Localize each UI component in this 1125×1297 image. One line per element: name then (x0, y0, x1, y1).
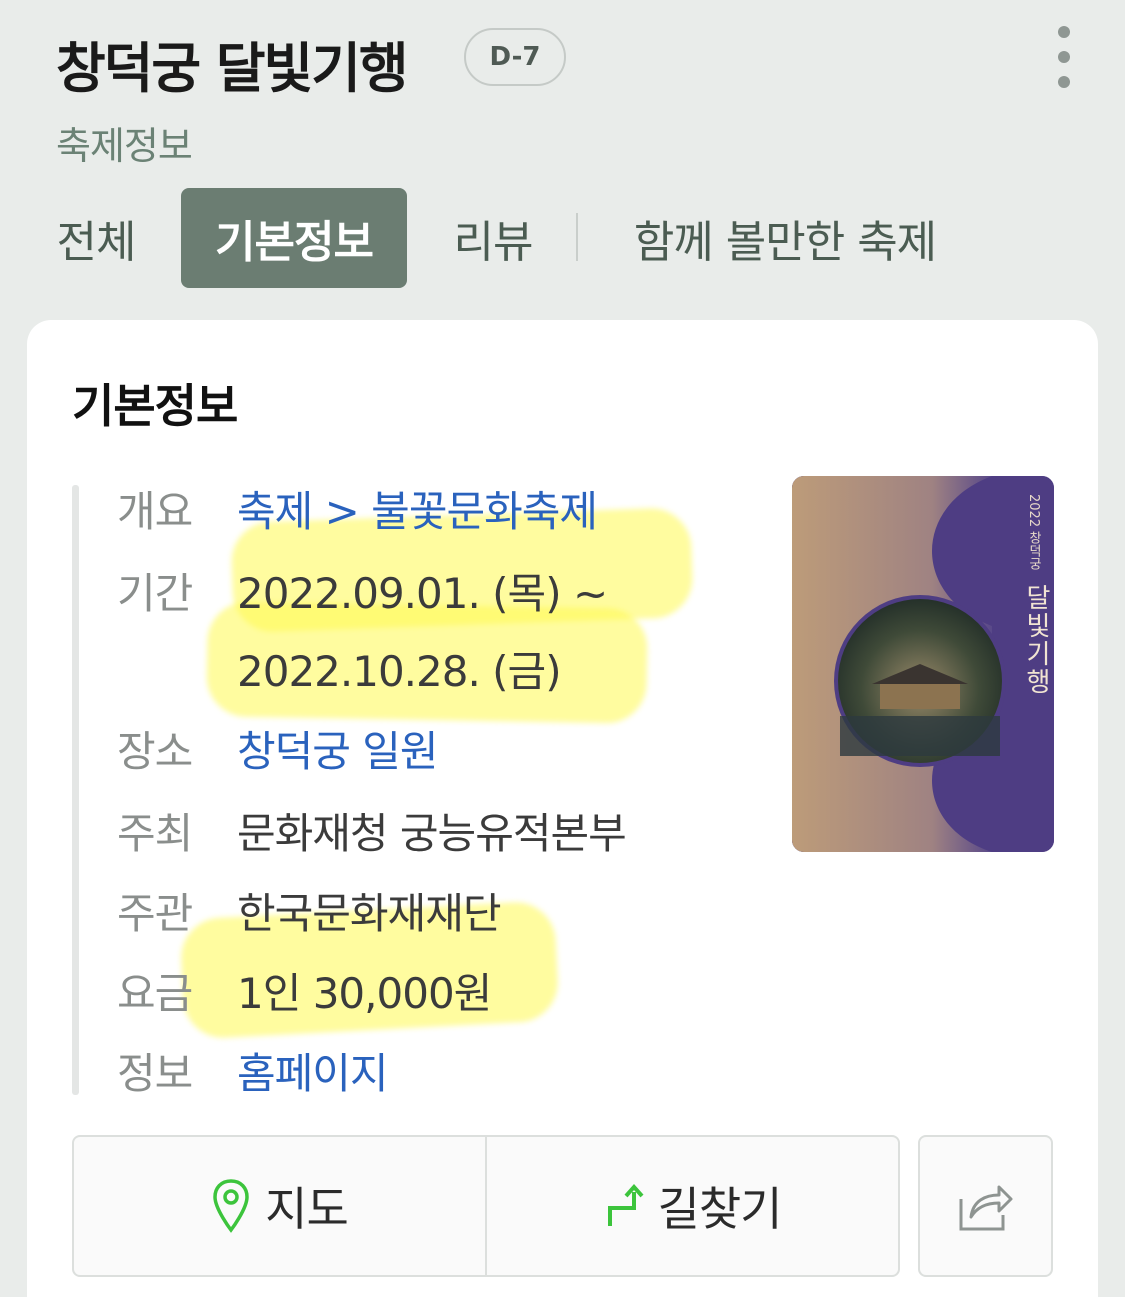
info-row-overview: 개요 축제 > 불꽃문화축제 (117, 478, 598, 539)
info-row-period: 기간 2022.09.01. (목) ~ (117, 560, 608, 621)
card-title: 기본정보 (72, 379, 238, 433)
tab-bar: 전체 기본정보 리뷰 함께 볼만한 축제 (56, 188, 1056, 288)
tab-divider (576, 213, 578, 261)
tab-related-festivals[interactable]: 함께 볼만한 축제 (624, 188, 946, 288)
basic-info-card: 기본정보 개요 축제 > 불꽃문화축제 기간 2022.09.01. (목) ~ 2… (27, 320, 1098, 1297)
poster-title: 달빛기행 (1021, 584, 1051, 696)
period-end: 2022.10.28. (금) (237, 647, 562, 696)
organizer-value: 한국문화재재단 (237, 889, 501, 938)
info-label: 정보 (117, 1049, 193, 1098)
turn-arrow-icon (607, 1183, 644, 1226)
category-link[interactable]: 축제 > 불꽃문화축제 (237, 487, 598, 536)
share-button[interactable] (918, 1135, 1053, 1277)
poster-small-text: 2022 창덕궁 (1026, 494, 1041, 571)
info-row-fee: 요금 1인 30,000원 (117, 960, 492, 1021)
directions-label: 길찾기 (657, 1182, 783, 1236)
info-row-info: 정보 홈페이지 (117, 1040, 389, 1101)
tab-review[interactable]: 리뷰 (448, 188, 538, 288)
info-label: 개요 (117, 487, 193, 536)
info-label: 주관 (117, 889, 193, 938)
directions-button[interactable]: 길찾기 (485, 1137, 898, 1275)
festival-poster[interactable]: 2022 창덕궁 달빛기행 (792, 476, 1054, 852)
info-row-organizer: 주관 한국문화재재단 (117, 880, 501, 941)
fee-value: 1인 30,000원 (237, 969, 492, 1018)
info-row-host: 주최 문화재청 궁능유적본부 (117, 800, 627, 861)
info-row-place: 장소 창덕궁 일원 (117, 718, 439, 779)
map-pin-icon (213, 1179, 249, 1233)
place-link[interactable]: 창덕궁 일원 (237, 727, 439, 776)
period-start: 2022.09.01. (목) ~ (237, 569, 608, 618)
homepage-link[interactable]: 홈페이지 (237, 1049, 389, 1098)
info-side-bar (72, 485, 79, 1095)
more-vertical-icon[interactable] (1052, 26, 1076, 88)
map-label: 지도 (265, 1182, 349, 1236)
info-label: 주최 (117, 809, 193, 858)
info-label: 장소 (117, 727, 193, 776)
host-value: 문화재청 궁능유적본부 (237, 809, 627, 858)
category-subtitle: 축제정보 (56, 124, 193, 168)
tab-all[interactable]: 전체 (56, 188, 137, 288)
festival-title: 창덕궁 달빛기행 (56, 37, 409, 100)
dday-badge: D-7 (464, 28, 566, 86)
info-label: 기간 (117, 569, 193, 618)
tab-basic-info[interactable]: 기본정보 (181, 188, 407, 288)
action-buttons: 지도 길찾기 (72, 1135, 900, 1277)
info-label: 요금 (117, 969, 193, 1018)
share-icon (959, 1185, 1012, 1231)
header: 창덕궁 달빛기행 D-7 (56, 18, 1076, 108)
map-button[interactable]: 지도 (74, 1137, 485, 1275)
